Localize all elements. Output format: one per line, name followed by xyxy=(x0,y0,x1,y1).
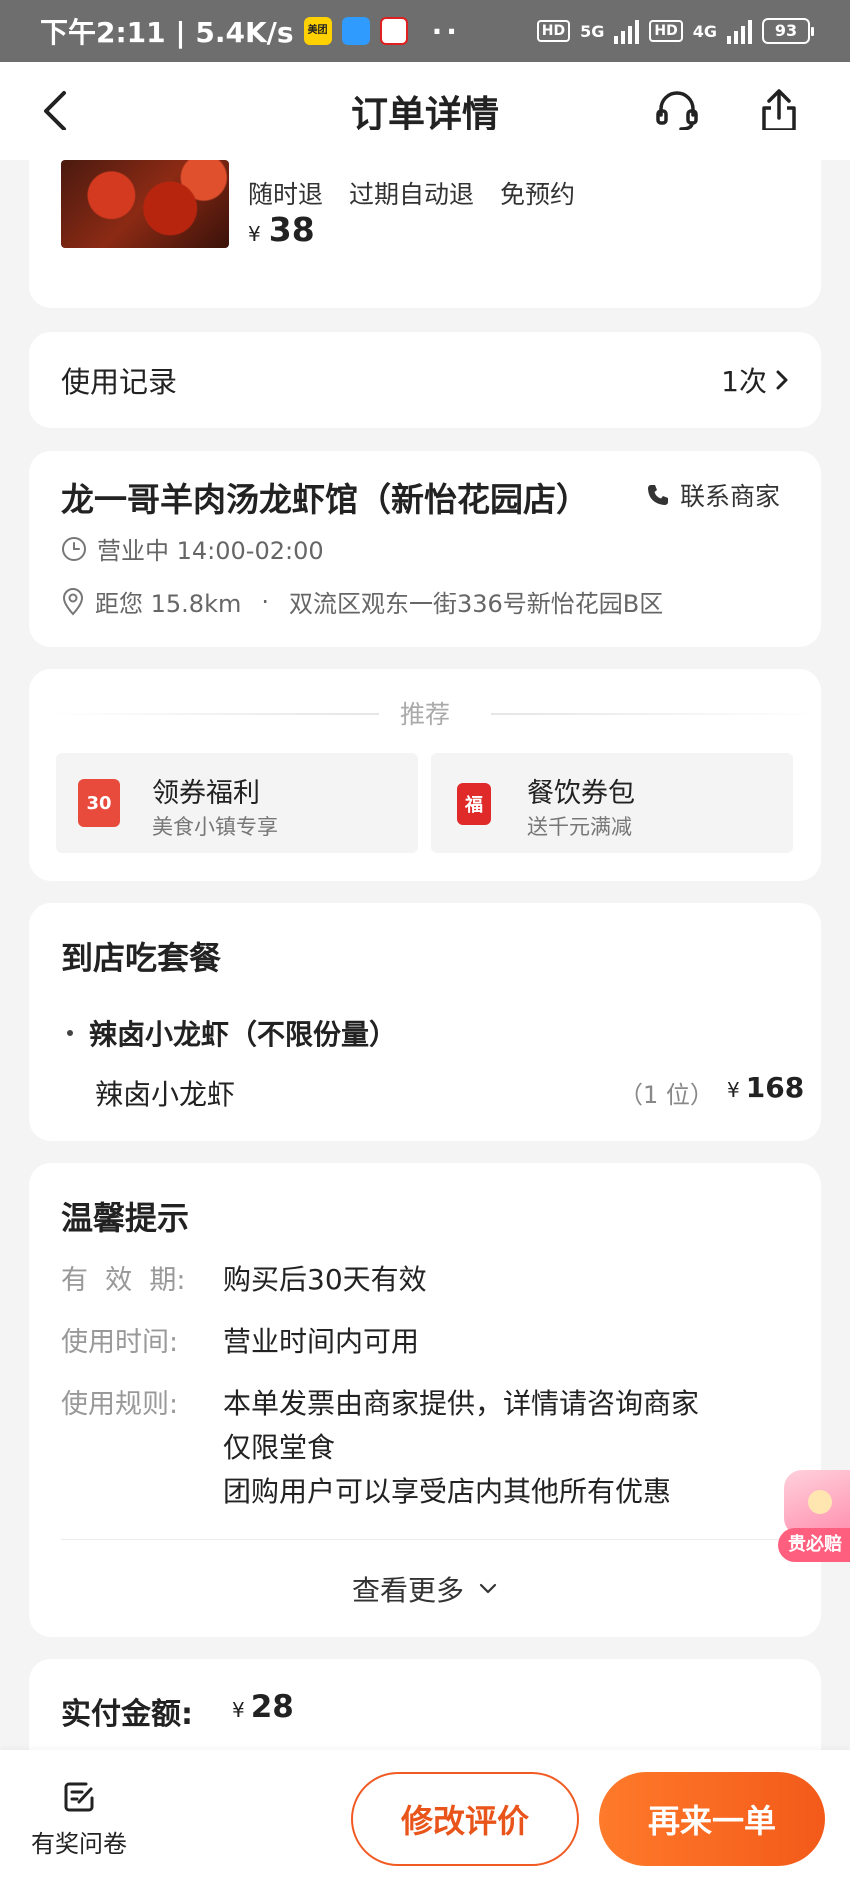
recommend-item-subtitle: 送千元满减 xyxy=(527,815,632,839)
divider xyxy=(491,713,821,715)
currency-symbol: ¥ xyxy=(232,1698,245,1722)
paid-amount-label: 实付金额: xyxy=(61,1697,193,1732)
usage-rule-dine-in: 仅限堂食 xyxy=(223,1431,336,1464)
bullet-icon xyxy=(67,1030,73,1036)
recommend-item-subtitle: 美食小镇专享 xyxy=(152,815,278,839)
recommend-item-voucher-pack[interactable]: 福 餐饮券包 送千元满减 xyxy=(431,753,793,853)
package-title: 到店吃套餐 xyxy=(61,939,222,977)
product-tag: 随时退 xyxy=(248,180,324,209)
currency-symbol: ¥ xyxy=(248,222,261,246)
validity-value: 购买后30天有效 xyxy=(223,1263,427,1296)
usage-rules-label: 使用规则: xyxy=(61,1389,179,1420)
hd-badge-1: HD xyxy=(536,20,571,42)
edit-review-button[interactable]: 修改评价 xyxy=(351,1772,579,1866)
separator-dot: · xyxy=(261,587,269,616)
signal-icon-1 xyxy=(614,18,640,44)
paid-amount-value: 28 xyxy=(250,1689,294,1725)
phone-icon xyxy=(648,485,668,505)
back-icon xyxy=(44,91,66,131)
store-hours-row: 营业中 14:00-02:00 xyxy=(61,531,324,566)
package-sub-item: 辣卤小龙虾 xyxy=(95,1078,236,1111)
tips-card: 温馨提示 有 效 期: 购买后30天有效 使用时间: 营业时间内可用 使用规则:… xyxy=(29,1163,821,1637)
product-card[interactable]: 随时退 过期自动退 免预约 ¥38 xyxy=(29,130,821,308)
package-price-value: 168 xyxy=(745,1071,805,1104)
network-4g-label: 4G xyxy=(692,21,717,41)
status-bar: 下午2:11 | 5.4K/s 美团 ·· HD 5G HD 4G 93 xyxy=(0,0,850,62)
divider xyxy=(61,1539,797,1540)
product-image xyxy=(61,160,229,248)
chevron-right-icon xyxy=(776,370,788,390)
red-envelope-icon: 福 xyxy=(457,783,491,825)
store-card[interactable]: 龙一哥羊肉汤龙虾馆（新怡花园店） 联系商家 营业中 14:00-02:00 距您… xyxy=(29,451,821,647)
hd-badge-2: HD xyxy=(649,20,683,42)
location-pin-icon xyxy=(62,587,84,615)
tips-title: 温馨提示 xyxy=(61,1199,190,1237)
store-hours: 营业中 14:00-02:00 xyxy=(97,537,324,565)
product-tags: 随时退 过期自动退 免预约 xyxy=(248,175,575,211)
signal-icon-2 xyxy=(727,18,752,44)
view-more-button[interactable]: 查看更多 xyxy=(29,1569,821,1609)
package-card: 到店吃套餐 辣卤小龙虾（不限份量） 辣卤小龙虾 （1 位） ¥168 xyxy=(29,903,821,1141)
coupon-icon: 30 xyxy=(78,779,120,827)
bottom-action-bar: 有奖问卷 修改评价 再来一单 xyxy=(0,1750,850,1889)
package-quantity: （1 位） xyxy=(619,1081,714,1109)
chevron-down-icon xyxy=(479,1583,497,1594)
usage-record-row[interactable]: 使用记录 1次 xyxy=(29,332,821,428)
package-item: 辣卤小龙虾（不限份量） xyxy=(67,1013,397,1053)
store-address-row[interactable]: 距您 15.8km · 双流区观东一街336号新怡花园B区 xyxy=(61,584,663,619)
guarantee-float-badge[interactable]: 贵必赔 xyxy=(778,1470,850,1570)
usage-time-value: 营业时间内可用 xyxy=(223,1325,420,1358)
usage-time-label: 使用时间: xyxy=(61,1327,179,1358)
usage-rule-discounts: 团购用户可以享受店内其他所有优惠 xyxy=(223,1475,672,1508)
product-price-value: 38 xyxy=(268,210,315,249)
recommend-card: 推荐 30 领券福利 美食小镇专享 福 餐饮券包 送千元满减 xyxy=(29,669,821,881)
view-more-label: 查看更多 xyxy=(351,1574,464,1607)
meituan-app-icon: 美团 xyxy=(303,17,332,45)
contact-merchant-label: 联系商家 xyxy=(680,482,781,511)
paid-amount-card: 实付金额: ¥28 xyxy=(29,1659,821,1759)
store-address: 双流区观东一街336号新怡花园B区 xyxy=(288,590,664,618)
store-distance: 距您 15.8km xyxy=(95,590,242,618)
battery-icon: 93 xyxy=(762,18,814,44)
survey-button[interactable]: 有奖问卷 xyxy=(24,1780,134,1859)
recommend-item-title: 领券福利 xyxy=(152,778,260,809)
recommend-item-title: 餐饮券包 xyxy=(527,778,635,809)
paid-amount: ¥28 xyxy=(232,1689,294,1725)
mascot-face-icon xyxy=(808,1490,832,1514)
survey-edit-icon xyxy=(64,1782,94,1812)
survey-label: 有奖问卷 xyxy=(31,1830,127,1858)
usage-count: 1次 xyxy=(721,365,767,398)
clock-icon xyxy=(62,536,86,561)
product-tag: 免预约 xyxy=(500,180,576,209)
validity-label: 有 效 期: xyxy=(61,1265,186,1296)
contact-merchant-button[interactable]: 联系商家 xyxy=(646,477,780,513)
product-price: ¥38 xyxy=(248,210,315,249)
share-icon xyxy=(762,89,796,132)
recommend-item-coupon[interactable]: 30 领券福利 美食小镇专享 xyxy=(56,753,418,853)
guarantee-label: 贵必赔 xyxy=(778,1528,850,1562)
usage-rules-value: 本单发票由商家提供，详情请咨询商家 xyxy=(223,1387,700,1420)
more-notifications-icon: ·· xyxy=(431,14,461,48)
status-time-speed: 下午2:11 | 5.4K/s xyxy=(40,16,294,49)
usage-record-label: 使用记录 xyxy=(61,365,178,399)
store-name: 龙一哥羊肉汤龙虾馆（新怡花园店） xyxy=(61,480,589,519)
network-5g-label: 5G xyxy=(580,21,605,41)
package-item-name: 辣卤小龙虾（不限份量） xyxy=(89,1018,398,1051)
product-tag: 过期自动退 xyxy=(349,180,475,209)
headset-icon xyxy=(656,91,698,131)
order-again-button[interactable]: 再来一单 xyxy=(599,1772,825,1866)
currency-symbol: ¥ xyxy=(727,1078,740,1102)
app-notification-icon xyxy=(341,17,370,45)
package-price: ¥168 xyxy=(727,1071,804,1104)
payment-app-icon xyxy=(379,17,408,45)
